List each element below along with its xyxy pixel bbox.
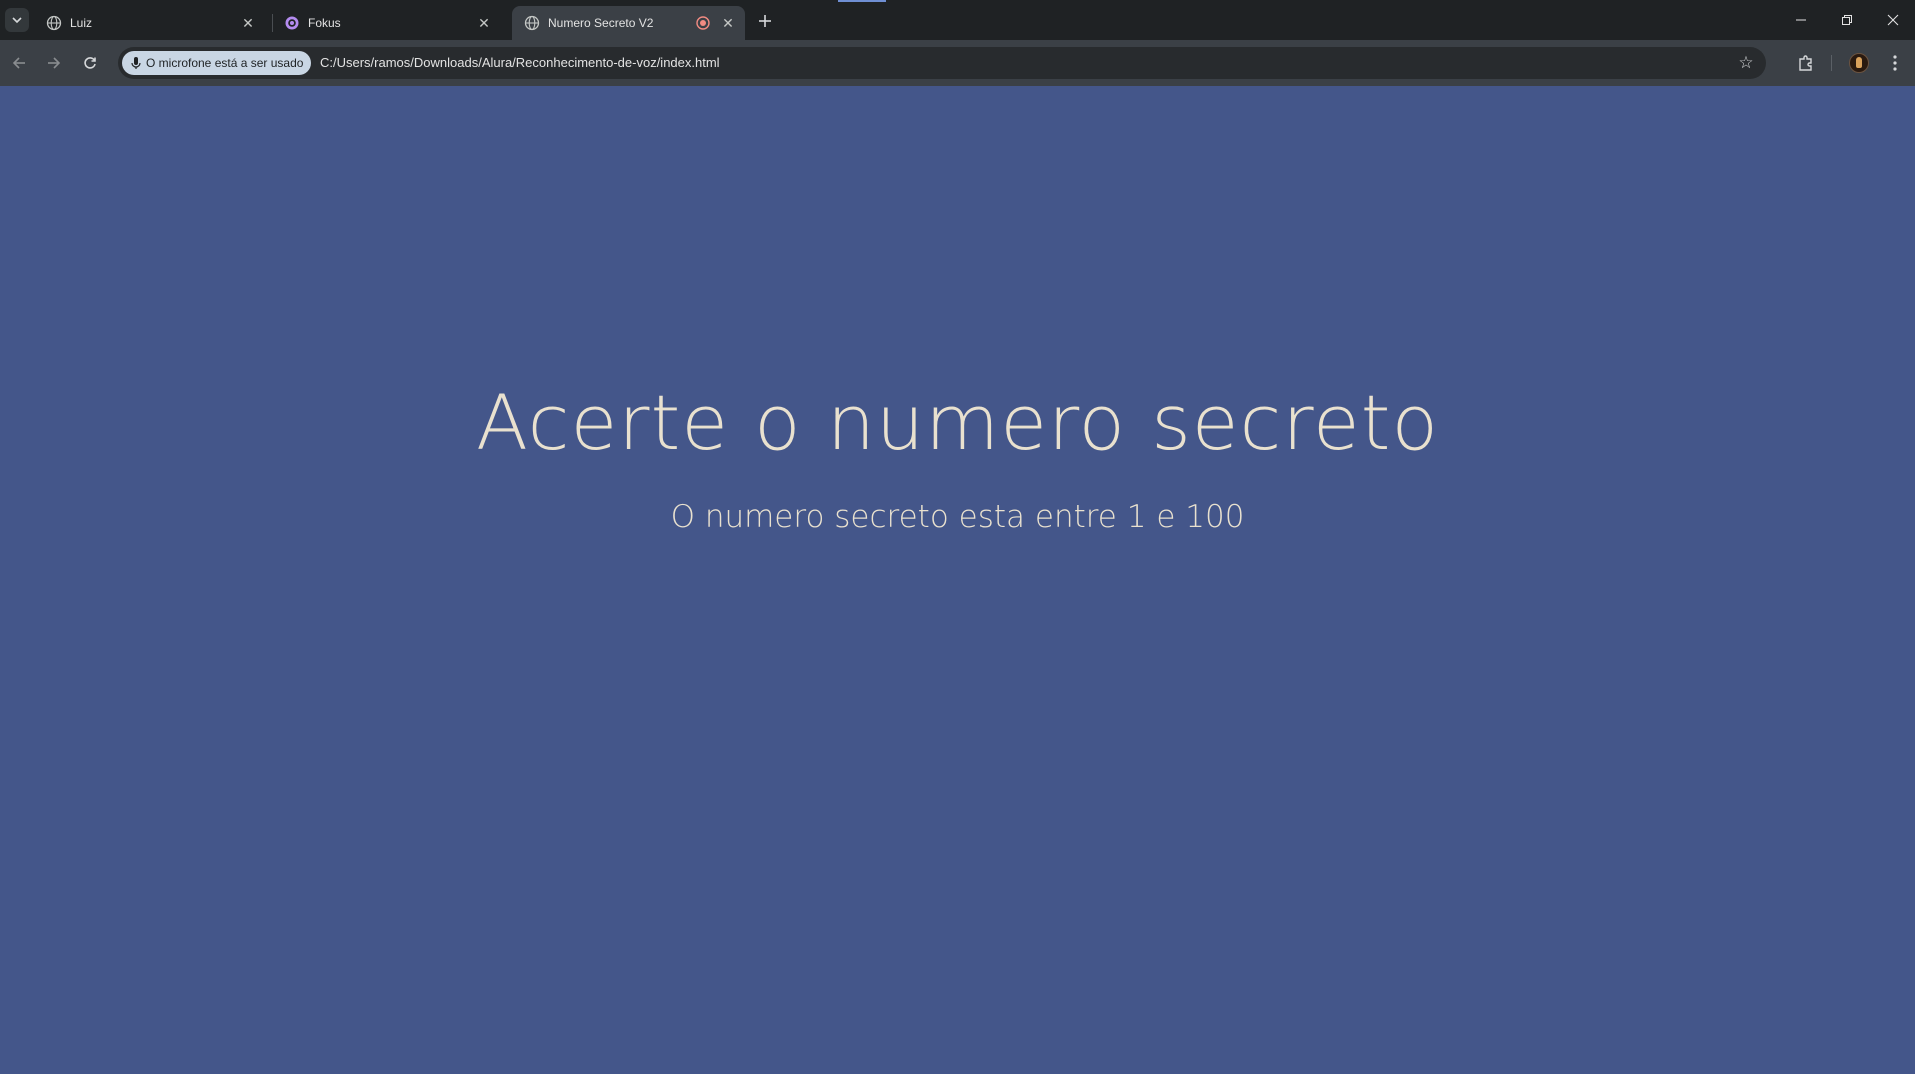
arrow-left-icon: [12, 57, 25, 69]
browser-menu-button[interactable]: [1881, 49, 1909, 77]
profile-avatar[interactable]: [1849, 53, 1869, 73]
tab-fokus[interactable]: Fokus ✕: [272, 6, 504, 40]
back-button[interactable]: [5, 49, 33, 77]
url-text[interactable]: C:/Users/ramos/Downloads/Alura/Reconheci…: [320, 55, 720, 70]
restore-icon: [1842, 15, 1852, 25]
close-tab-icon[interactable]: ✕: [718, 13, 738, 33]
arrow-right-icon: [48, 57, 61, 69]
close-window-button[interactable]: [1870, 4, 1915, 36]
close-tab-icon[interactable]: ✕: [238, 13, 258, 33]
page-subtitle: O numero secreto esta entre 1 e 100: [670, 499, 1245, 535]
tab-title: Numero Secreto V2: [548, 16, 654, 30]
browser-toolbar: O microfone está a ser usado C:/Users/ra…: [0, 40, 1915, 86]
tab-strip: Luiz ✕ Fokus ✕ Numero Secreto V2 ✕: [0, 0, 1915, 40]
plus-icon: [759, 15, 771, 27]
bookmark-star-icon[interactable]: ☆: [1736, 53, 1756, 73]
microphone-in-use-chip[interactable]: O microfone está a ser usado: [122, 51, 312, 75]
fokus-logo-icon: [284, 15, 300, 31]
mic-chip-label: O microfone está a ser usado: [146, 56, 304, 70]
close-icon: [1887, 14, 1898, 26]
address-bar[interactable]: O microfone está a ser usado C:/Users/ra…: [118, 47, 1766, 79]
drop-indicator: [838, 0, 886, 2]
page-content: [0, 86, 1915, 1074]
tab-title: Fokus: [308, 16, 341, 30]
tab-numero-secreto[interactable]: Numero Secreto V2 ✕: [512, 6, 745, 40]
chevron-down-icon: [12, 17, 22, 24]
reload-button[interactable]: [76, 49, 104, 77]
minimize-button[interactable]: [1778, 4, 1824, 36]
tab-luiz[interactable]: Luiz ✕: [34, 6, 266, 40]
tab-search-button[interactable]: [5, 8, 29, 32]
puzzle-icon: [1799, 55, 1812, 71]
recording-indicator-icon: [696, 16, 710, 30]
forward-button[interactable]: [40, 49, 68, 77]
microphone-icon: [131, 57, 141, 69]
browser-window: Luiz ✕ Fokus ✕ Numero Secreto V2 ✕ O mic…: [0, 0, 1915, 1074]
restore-button[interactable]: [1824, 4, 1870, 36]
globe-icon: [46, 15, 62, 31]
toolbar-divider: [1831, 55, 1832, 71]
kebab-menu-icon: [1893, 55, 1897, 71]
extensions-button[interactable]: [1792, 49, 1820, 77]
page-title: Acerte o numero secreto: [476, 378, 1439, 467]
reload-icon: [84, 57, 96, 69]
minimize-icon: [1796, 19, 1806, 21]
globe-icon: [524, 15, 540, 31]
new-tab-button[interactable]: [753, 9, 777, 33]
tab-title: Luiz: [70, 16, 93, 30]
close-tab-icon[interactable]: ✕: [474, 13, 494, 33]
